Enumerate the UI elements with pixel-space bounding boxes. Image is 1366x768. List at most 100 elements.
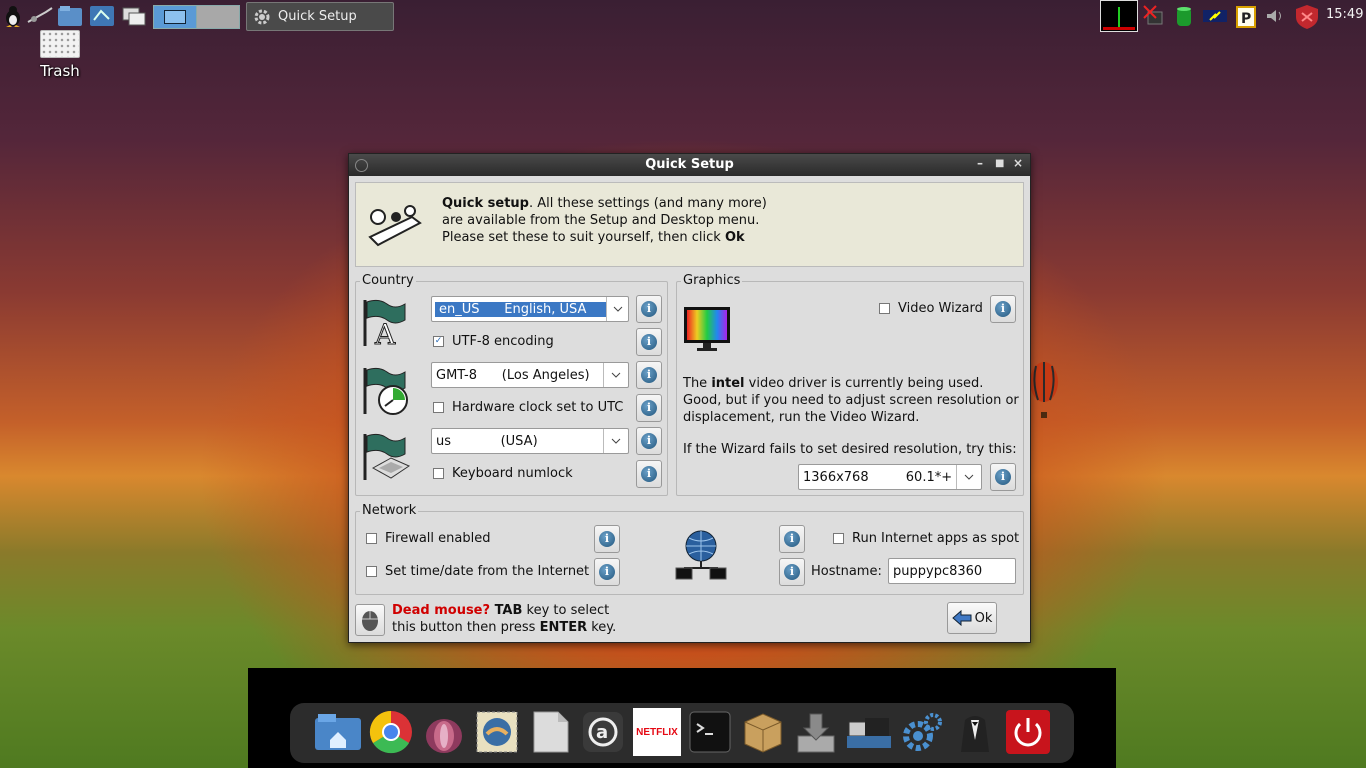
keyboard-selected-text: us (USA) [436, 433, 538, 449]
dead-mouse-button[interactable] [355, 604, 385, 636]
firewall-shield-icon[interactable] [1294, 4, 1320, 29]
trash-label: Trash [40, 62, 80, 80]
timezone-clock-icon [363, 367, 408, 415]
package-manager-icon[interactable] [739, 708, 787, 756]
window-content: Quick setup. All these settings (and man… [349, 176, 1030, 642]
info-icon: i [995, 301, 1011, 317]
top-panel: Quick Setup P 15:49 [0, 0, 1366, 32]
workspace-2[interactable] [196, 5, 240, 29]
windows-icon[interactable] [120, 4, 148, 28]
time-sync-info-button[interactable]: i [594, 558, 620, 586]
numlock-checkbox[interactable]: Keyboard numlock [433, 466, 573, 481]
network-globe-icon [675, 530, 727, 580]
spot-checkbox[interactable]: Run Internet apps as spot [833, 531, 1019, 546]
spot-label: Run Internet apps as spot [852, 531, 1020, 546]
mail-client-icon[interactable] [473, 708, 521, 756]
numlock-info-button[interactable]: i [636, 460, 662, 488]
video-wizard-info-button[interactable]: i [990, 295, 1016, 323]
spot-info-button[interactable]: i [779, 525, 805, 553]
svg-text:P: P [1241, 11, 1251, 27]
settings-gears-icon[interactable] [898, 708, 946, 756]
info-icon: i [641, 400, 657, 416]
minimize-button[interactable]: – [977, 156, 983, 170]
info-icon: i [599, 531, 615, 547]
menu-puppy-icon[interactable] [2, 4, 24, 28]
resolution-info-button[interactable]: i [990, 463, 1016, 491]
info-icon: i [995, 469, 1011, 485]
hwclock-info-button[interactable]: i [636, 394, 662, 422]
resolution-select[interactable]: 1366x768 60.1*+ [798, 464, 982, 490]
country-legend: Country [360, 273, 416, 288]
video-wizard-checkbox[interactable]: Video Wizard [879, 301, 983, 316]
utf8-checkbox[interactable]: ✓ UTF-8 encoding [433, 334, 554, 349]
hostname-input[interactable]: puppypc8360 [888, 558, 1016, 584]
locale-info-button[interactable]: i [636, 295, 662, 323]
ok-label: Ok [974, 610, 993, 626]
hostname-label: Hostname: [811, 564, 882, 579]
document-viewer-icon[interactable] [526, 708, 574, 756]
home-folder-icon[interactable] [314, 708, 362, 756]
keyboard-layout-select[interactable]: us (USA) [431, 428, 629, 454]
chevron-down-icon [606, 297, 628, 321]
time-sync-label: Set time/date from the Internet [385, 564, 590, 579]
info-icon: i [641, 433, 657, 449]
trash-desktop-icon[interactable]: Trash [28, 30, 92, 80]
workspace-1[interactable] [153, 5, 197, 29]
hwclock-checkbox[interactable]: Hardware clock set to UTC [433, 400, 623, 415]
svg-text:a: a [596, 722, 608, 743]
network-map-icon[interactable] [88, 4, 116, 28]
intro-text: Quick setup. All these settings (and man… [442, 196, 767, 245]
checkbox-icon [433, 402, 444, 413]
cpu-monitor-icon[interactable] [1100, 0, 1138, 32]
clipboard-icon[interactable]: P [1236, 4, 1256, 28]
driver-info-text: The intel video driver is currently bein… [683, 376, 1019, 425]
file-manager-icon[interactable] [56, 4, 84, 28]
volume-icon[interactable] [1264, 4, 1284, 28]
user-tuxedo-icon[interactable] [951, 708, 999, 756]
intro-panel: Quick setup. All these settings (and man… [355, 182, 1024, 267]
utf8-info-button[interactable]: i [636, 328, 662, 356]
clock[interactable]: 15:49 [1326, 7, 1363, 22]
info-icon: i [641, 367, 657, 383]
tor-browser-icon[interactable] [420, 708, 468, 756]
timezone-selected-text: GMT-8 (Los Angeles) [436, 367, 590, 383]
checkbox-checked-icon: ✓ [433, 336, 444, 347]
timezone-select[interactable]: GMT-8 (Los Angeles) [431, 362, 629, 388]
tools-icon[interactable] [26, 4, 54, 28]
firewall-checkbox[interactable]: Firewall enabled [366, 531, 490, 546]
taskbar-quick-setup[interactable]: Quick Setup [246, 2, 394, 31]
shutdown-icon[interactable] [1004, 708, 1052, 756]
terminal-icon[interactable] [686, 708, 734, 756]
amazon-icon[interactable]: a [579, 708, 627, 756]
checkbox-icon [833, 533, 844, 544]
dead-mouse-text: Dead mouse? TAB key to select this butto… [392, 603, 617, 635]
firewall-label: Firewall enabled [385, 531, 491, 546]
chevron-down-icon [956, 465, 981, 489]
network-disconnected-icon[interactable] [1142, 4, 1166, 28]
time-sync-checkbox[interactable]: Set time/date from the Internet [366, 564, 589, 579]
firewall-info-button[interactable]: i [594, 525, 620, 553]
keyboard-info-button[interactable]: i [636, 427, 662, 455]
netflix-logo: NETFLIX [636, 726, 678, 738]
hostname-info-button[interactable]: i [779, 558, 805, 586]
trash-icon [40, 30, 80, 58]
download-icon[interactable] [792, 708, 840, 756]
drive-icon[interactable] [1174, 4, 1194, 28]
maximize-button[interactable]: ■ [995, 158, 1004, 169]
drives-icon[interactable] [845, 708, 893, 756]
locale-selected-text: en_US English, USA [435, 301, 607, 317]
hostname-value: puppypc8360 [893, 563, 983, 579]
chrome-icon[interactable] [367, 708, 415, 756]
locale-select[interactable]: en_US English, USA [431, 296, 629, 322]
graphics-legend: Graphics [681, 273, 743, 288]
netflix-app[interactable]: NETFLIX [632, 708, 682, 756]
info-icon: i [641, 466, 657, 482]
title-bar[interactable]: Quick Setup – ■ × [349, 154, 1030, 176]
numlock-label: Keyboard numlock [452, 466, 573, 481]
info-icon: i [599, 564, 615, 580]
checkbox-icon [366, 533, 377, 544]
close-button[interactable]: × [1013, 156, 1023, 170]
power-icon[interactable] [1202, 4, 1228, 28]
ok-button[interactable]: Ok [947, 602, 997, 634]
timezone-info-button[interactable]: i [636, 361, 662, 389]
